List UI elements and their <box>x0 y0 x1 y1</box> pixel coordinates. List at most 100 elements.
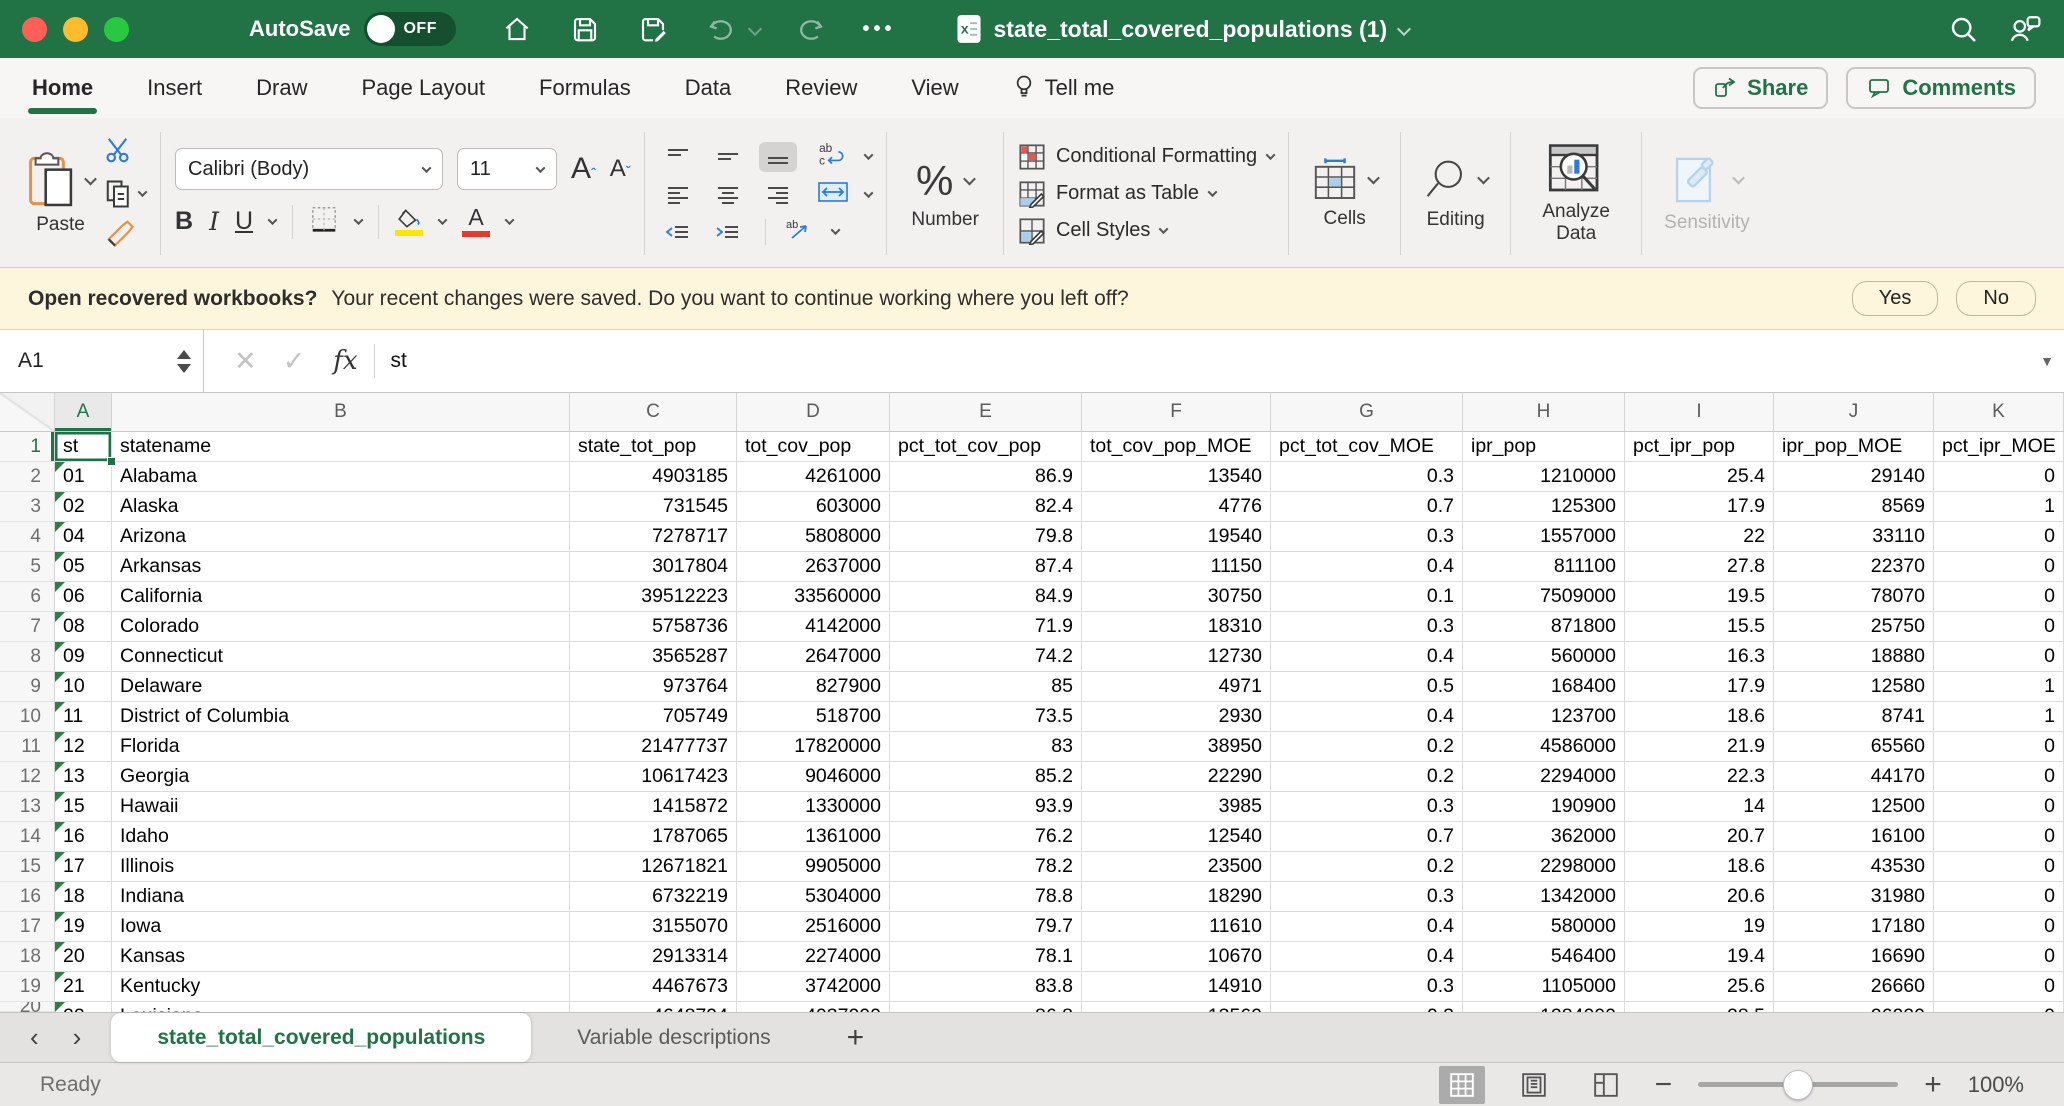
cell-E5[interactable]: 87.4 <box>890 552 1082 582</box>
column-header-E[interactable]: E <box>890 393 1082 431</box>
cell-D5[interactable]: 2637000 <box>737 552 890 582</box>
cell-I11[interactable]: 21.9 <box>1625 732 1774 762</box>
cell-F14[interactable]: 12540 <box>1082 822 1271 852</box>
cell-B16[interactable]: Indiana <box>112 882 570 912</box>
zoom-window-button[interactable] <box>104 16 129 42</box>
cell-K5[interactable]: 0 <box>1934 552 2064 582</box>
cell-H18[interactable]: 546400 <box>1463 942 1625 972</box>
column-header-G[interactable]: G <box>1271 393 1463 431</box>
font-color-dropdown-icon[interactable] <box>504 215 515 226</box>
cell-C17[interactable]: 3155070 <box>570 912 737 942</box>
cell-I14[interactable]: 20.7 <box>1625 822 1774 852</box>
align-top-button[interactable] <box>659 142 697 172</box>
cell-B8[interactable]: Connecticut <box>112 642 570 672</box>
row-header-5[interactable]: 5 <box>0 552 55 582</box>
home-icon[interactable] <box>500 12 534 46</box>
cell-J4[interactable]: 33110 <box>1774 522 1934 552</box>
row-header-1[interactable]: 1 <box>0 432 55 462</box>
cell-A12[interactable]: 13 <box>55 762 112 792</box>
cell-A7[interactable]: 08 <box>55 612 112 642</box>
cell-I8[interactable]: 16.3 <box>1625 642 1774 672</box>
tab-formulas[interactable]: Formulas <box>535 58 635 118</box>
row-header-8[interactable]: 8 <box>0 642 55 672</box>
format-painter-button[interactable] <box>105 219 146 252</box>
no-button[interactable]: No <box>1956 281 2036 316</box>
underline-button[interactable]: U <box>235 207 253 236</box>
cell-styles-button[interactable]: Cell Styles <box>1018 217 1274 245</box>
cell-F3[interactable]: 4776 <box>1082 492 1271 522</box>
cell-K7[interactable]: 0 <box>1934 612 2064 642</box>
column-header-A[interactable]: A <box>55 393 112 431</box>
orientation-dropdown-icon[interactable] <box>830 225 841 236</box>
row-header-2[interactable]: 2 <box>0 462 55 492</box>
cell-D12[interactable]: 9046000 <box>737 762 890 792</box>
cell-F15[interactable]: 23500 <box>1082 852 1271 882</box>
cell-D18[interactable]: 2274000 <box>737 942 890 972</box>
cell-G4[interactable]: 0.3 <box>1271 522 1463 552</box>
cell-C7[interactable]: 5758736 <box>570 612 737 642</box>
cell-G2[interactable]: 0.3 <box>1271 462 1463 492</box>
cell-C1[interactable]: state_tot_pop <box>570 432 737 462</box>
cell-G20[interactable]: 0.3 <box>1271 1002 1463 1012</box>
cell-A6[interactable]: 06 <box>55 582 112 612</box>
row-header-19[interactable]: 19 <box>0 972 55 1002</box>
cell-H12[interactable]: 2294000 <box>1463 762 1625 792</box>
editing-button[interactable]: Editing <box>1415 126 1496 261</box>
page-break-view-button[interactable] <box>1583 1066 1629 1104</box>
cell-C16[interactable]: 6732219 <box>570 882 737 912</box>
cell-K6[interactable]: 0 <box>1934 582 2064 612</box>
cell-C20[interactable]: 4648794 <box>570 1002 737 1012</box>
merge-center-dropdown-icon[interactable] <box>863 188 874 199</box>
zoom-slider-thumb[interactable] <box>1783 1069 1814 1100</box>
cell-H2[interactable]: 1210000 <box>1463 462 1625 492</box>
cell-I4[interactable]: 22 <box>1625 522 1774 552</box>
cell-B20[interactable]: Louisiana <box>112 1002 570 1012</box>
row-header-18[interactable]: 18 <box>0 942 55 972</box>
cell-B10[interactable]: District of Columbia <box>112 702 570 732</box>
wrap-text-button[interactable]: ab c <box>817 140 847 173</box>
cell-J17[interactable]: 17180 <box>1774 912 1934 942</box>
cell-H15[interactable]: 2298000 <box>1463 852 1625 882</box>
cell-A3[interactable]: 02 <box>55 492 112 522</box>
merge-center-button[interactable] <box>817 179 849 210</box>
paste-dropdown-icon[interactable] <box>84 172 97 186</box>
cell-D10[interactable]: 518700 <box>737 702 890 732</box>
row-header-9[interactable]: 9 <box>0 672 55 702</box>
cell-E14[interactable]: 76.2 <box>890 822 1082 852</box>
cell-B2[interactable]: Alabama <box>112 462 570 492</box>
cell-C19[interactable]: 4467673 <box>570 972 737 1002</box>
cell-J19[interactable]: 26660 <box>1774 972 1934 1002</box>
cell-A17[interactable]: 19 <box>55 912 112 942</box>
cell-F11[interactable]: 38950 <box>1082 732 1271 762</box>
row-header-7[interactable]: 7 <box>0 612 55 642</box>
cell-J5[interactable]: 22370 <box>1774 552 1934 582</box>
cell-D2[interactable]: 4261000 <box>737 462 890 492</box>
cell-E20[interactable]: 86.8 <box>890 1002 1082 1012</box>
more-commands-icon[interactable]: ••• <box>862 18 895 41</box>
column-header-J[interactable]: J <box>1774 393 1934 431</box>
cell-A10[interactable]: 11 <box>55 702 112 732</box>
cells-button[interactable]: Cells <box>1303 126 1386 261</box>
comments-button[interactable]: Comments <box>1846 67 2036 109</box>
cell-D3[interactable]: 603000 <box>737 492 890 522</box>
share-user-icon[interactable] <box>2008 12 2042 46</box>
close-window-button[interactable] <box>22 16 47 42</box>
cell-A11[interactable]: 12 <box>55 732 112 762</box>
cell-K10[interactable]: 1 <box>1934 702 2064 732</box>
tab-data[interactable]: Data <box>681 58 735 118</box>
cell-E18[interactable]: 78.1 <box>890 942 1082 972</box>
cell-I13[interactable]: 14 <box>1625 792 1774 822</box>
cell-E13[interactable]: 93.9 <box>890 792 1082 822</box>
name-box[interactable]: A1 <box>0 330 204 392</box>
cell-C18[interactable]: 2913314 <box>570 942 737 972</box>
align-middle-button[interactable] <box>709 142 747 172</box>
font-name-select[interactable]: Calibri (Body) <box>175 148 443 190</box>
sheet-prev-icon[interactable]: ‹ <box>30 1022 39 1053</box>
row-header-14[interactable]: 14 <box>0 822 55 852</box>
cell-A8[interactable]: 09 <box>55 642 112 672</box>
cell-I10[interactable]: 18.6 <box>1625 702 1774 732</box>
cell-A19[interactable]: 21 <box>55 972 112 1002</box>
cell-J1[interactable]: ipr_pop_MOE <box>1774 432 1934 462</box>
cell-A2[interactable]: 01 <box>55 462 112 492</box>
cell-I6[interactable]: 19.5 <box>1625 582 1774 612</box>
